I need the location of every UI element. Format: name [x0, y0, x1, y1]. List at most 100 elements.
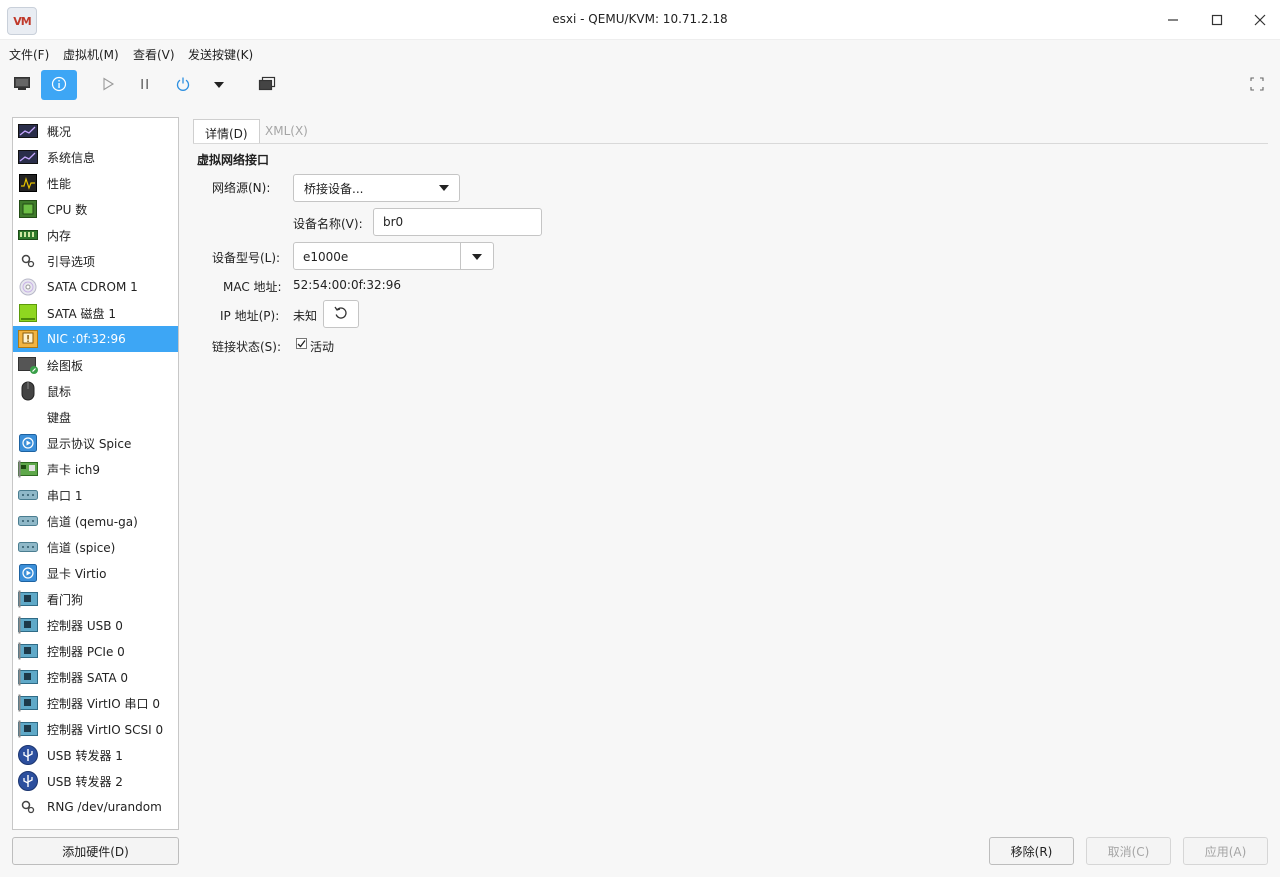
sidebar-item[interactable]: 内存 — [13, 222, 178, 248]
sidebar-item-label: 控制器 PCIe 0 — [47, 644, 125, 659]
sidebar-item[interactable]: 控制器 USB 0 — [13, 612, 178, 638]
overview-icon — [18, 121, 38, 141]
details-button[interactable] — [41, 70, 77, 100]
device-model-dropdown-button[interactable] — [460, 243, 493, 269]
sidebar-item[interactable]: RNG /dev/urandom — [13, 794, 178, 820]
sidebar-item[interactable]: 信道 (qemu-ga) — [13, 508, 178, 534]
sidebar-item[interactable]: 声卡 ich9 — [13, 456, 178, 482]
refresh-ip-button[interactable] — [323, 300, 359, 328]
device-name-value: br0 — [383, 215, 404, 229]
device-name-field[interactable]: br0 — [373, 208, 542, 236]
sidebar-item[interactable]: 控制器 PCIe 0 — [13, 638, 178, 664]
usb-redirector-icon — [18, 745, 38, 765]
cdrom-icon — [18, 277, 38, 297]
cancel-button[interactable]: 取消(C) — [1086, 837, 1171, 865]
link-state-label: 链接状态(S): — [212, 340, 282, 354]
sidebar-item-label: 控制器 SATA 0 — [47, 670, 128, 685]
controller-icon — [18, 615, 38, 635]
sidebar-item[interactable]: 控制器 VirtIO SCSI 0 — [13, 716, 178, 742]
tab-details[interactable]: 详情(D) — [193, 119, 260, 144]
sidebar-item-label: 信道 (spice) — [47, 540, 116, 555]
link-state-checkbox[interactable] — [296, 338, 307, 349]
display-icon — [18, 433, 38, 453]
maximize-button[interactable] — [1207, 10, 1227, 30]
monitor-icon — [13, 76, 31, 95]
snapshots-icon — [258, 76, 276, 95]
sidebar-item-label: 性能 — [47, 176, 72, 191]
apply-button[interactable]: 应用(A) — [1183, 837, 1268, 865]
sidebar-item[interactable]: USB 转发器 1 — [13, 742, 178, 768]
close-button[interactable] — [1250, 10, 1270, 30]
sidebar-item[interactable]: USB 转发器 2 — [13, 768, 178, 794]
video-card-icon — [18, 563, 38, 583]
sidebar-item-label: 系统信息 — [47, 150, 96, 165]
keyboard-icon — [18, 407, 38, 427]
memory-icon — [18, 225, 38, 245]
add-hardware-button[interactable]: 添加硬件(D) — [12, 837, 179, 865]
controller-icon — [18, 719, 38, 739]
sidebar-item[interactable]: 显示协议 Spice — [13, 430, 178, 456]
sidebar-item[interactable]: SATA 磁盘 1 — [13, 300, 178, 326]
device-model-value: e1000e — [303, 250, 349, 264]
sidebar-item-label: SATA 磁盘 1 — [47, 306, 116, 321]
menu-send-key[interactable]: 发送按键(K) — [188, 46, 253, 63]
link-state-value: 活动 — [310, 340, 335, 354]
mac-value: 52:54:00:0f:32:96 — [293, 278, 401, 292]
sidebar-item-label: RNG /dev/urandom — [47, 800, 162, 814]
snapshots-button[interactable] — [249, 70, 285, 100]
network-source-select[interactable]: 桥接设备... — [293, 174, 460, 202]
pause-button[interactable] — [127, 70, 163, 100]
menu-file[interactable]: 文件(F) — [9, 46, 49, 63]
sidebar-item[interactable]: 信道 (spice) — [13, 534, 178, 560]
menu-view[interactable]: 查看(V) — [133, 46, 175, 63]
sidebar-item[interactable]: 显卡 Virtio — [13, 560, 178, 586]
sidebar-item[interactable]: 键盘 — [13, 404, 178, 430]
ip-value: 未知 — [293, 309, 318, 323]
sidebar-item-label: USB 转发器 2 — [47, 774, 123, 789]
sidebar-item-label: 概况 — [47, 124, 72, 139]
channel-icon — [18, 511, 38, 531]
tablet-icon — [18, 355, 38, 375]
sidebar-item[interactable]: CPU 数 — [13, 196, 178, 222]
refresh-icon — [333, 305, 349, 324]
remove-button[interactable]: 移除(R) — [989, 837, 1074, 865]
sidebar-item[interactable]: 系统信息 — [13, 144, 178, 170]
mac-label: MAC 地址: — [223, 280, 282, 294]
sidebar-item[interactable]: 鼠标 — [13, 378, 178, 404]
performance-icon — [18, 173, 38, 193]
window-title: esxi - QEMU/KVM: 10.71.2.18 — [552, 12, 728, 26]
tab-xml[interactable]: XML(X) — [254, 119, 319, 144]
device-name-label: 设备名称(V): — [293, 217, 363, 231]
sidebar-item[interactable]: 串口 1 — [13, 482, 178, 508]
sidebar-item[interactable]: SATA CDROM 1 — [13, 274, 178, 300]
tab-divider — [193, 143, 1268, 144]
sidebar-item-label: CPU 数 — [47, 202, 88, 217]
sidebar-item-label: 控制器 VirtIO 串口 0 — [47, 696, 160, 711]
sidebar-item[interactable]: 控制器 VirtIO 串口 0 — [13, 690, 178, 716]
sidebar-item-label: USB 转发器 1 — [47, 748, 123, 763]
controller-icon — [18, 667, 38, 687]
sidebar-item[interactable]: 性能 — [13, 170, 178, 196]
sidebar-item[interactable]: NIC :0f:32:96 — [13, 326, 178, 352]
sidebar-item[interactable]: 控制器 SATA 0 — [13, 664, 178, 690]
toolbar — [0, 66, 1280, 106]
sidebar-item[interactable]: 看门狗 — [13, 586, 178, 612]
sidebar-item[interactable]: 概况 — [13, 118, 178, 144]
run-button[interactable] — [90, 70, 126, 100]
menu-vm[interactable]: 虚拟机(M) — [63, 46, 119, 63]
fullscreen-button[interactable] — [1239, 70, 1275, 100]
sidebar-item[interactable]: 引导选项 — [13, 248, 178, 274]
sidebar-item[interactable]: 绘图板 — [13, 352, 178, 378]
boot-options-icon — [18, 251, 38, 271]
console-button[interactable] — [4, 70, 40, 100]
sidebar-item-label: 内存 — [47, 228, 72, 243]
hardware-list: 概况系统信息性能 CPU 数内存引导选项 SATA CDROM 1 SATA 磁盘 1… — [12, 117, 179, 830]
minimize-button[interactable] — [1163, 10, 1183, 30]
sidebar-item-label: 看门狗 — [47, 592, 84, 607]
shutdown-menu-button[interactable] — [201, 70, 237, 100]
usb-redirector-icon — [18, 771, 38, 791]
sidebar-item-label: 控制器 VirtIO SCSI 0 — [47, 722, 164, 737]
shutdown-button[interactable] — [165, 70, 201, 100]
sidebar-item-label: SATA CDROM 1 — [47, 280, 138, 294]
device-model-combo[interactable]: e1000e — [293, 242, 494, 270]
